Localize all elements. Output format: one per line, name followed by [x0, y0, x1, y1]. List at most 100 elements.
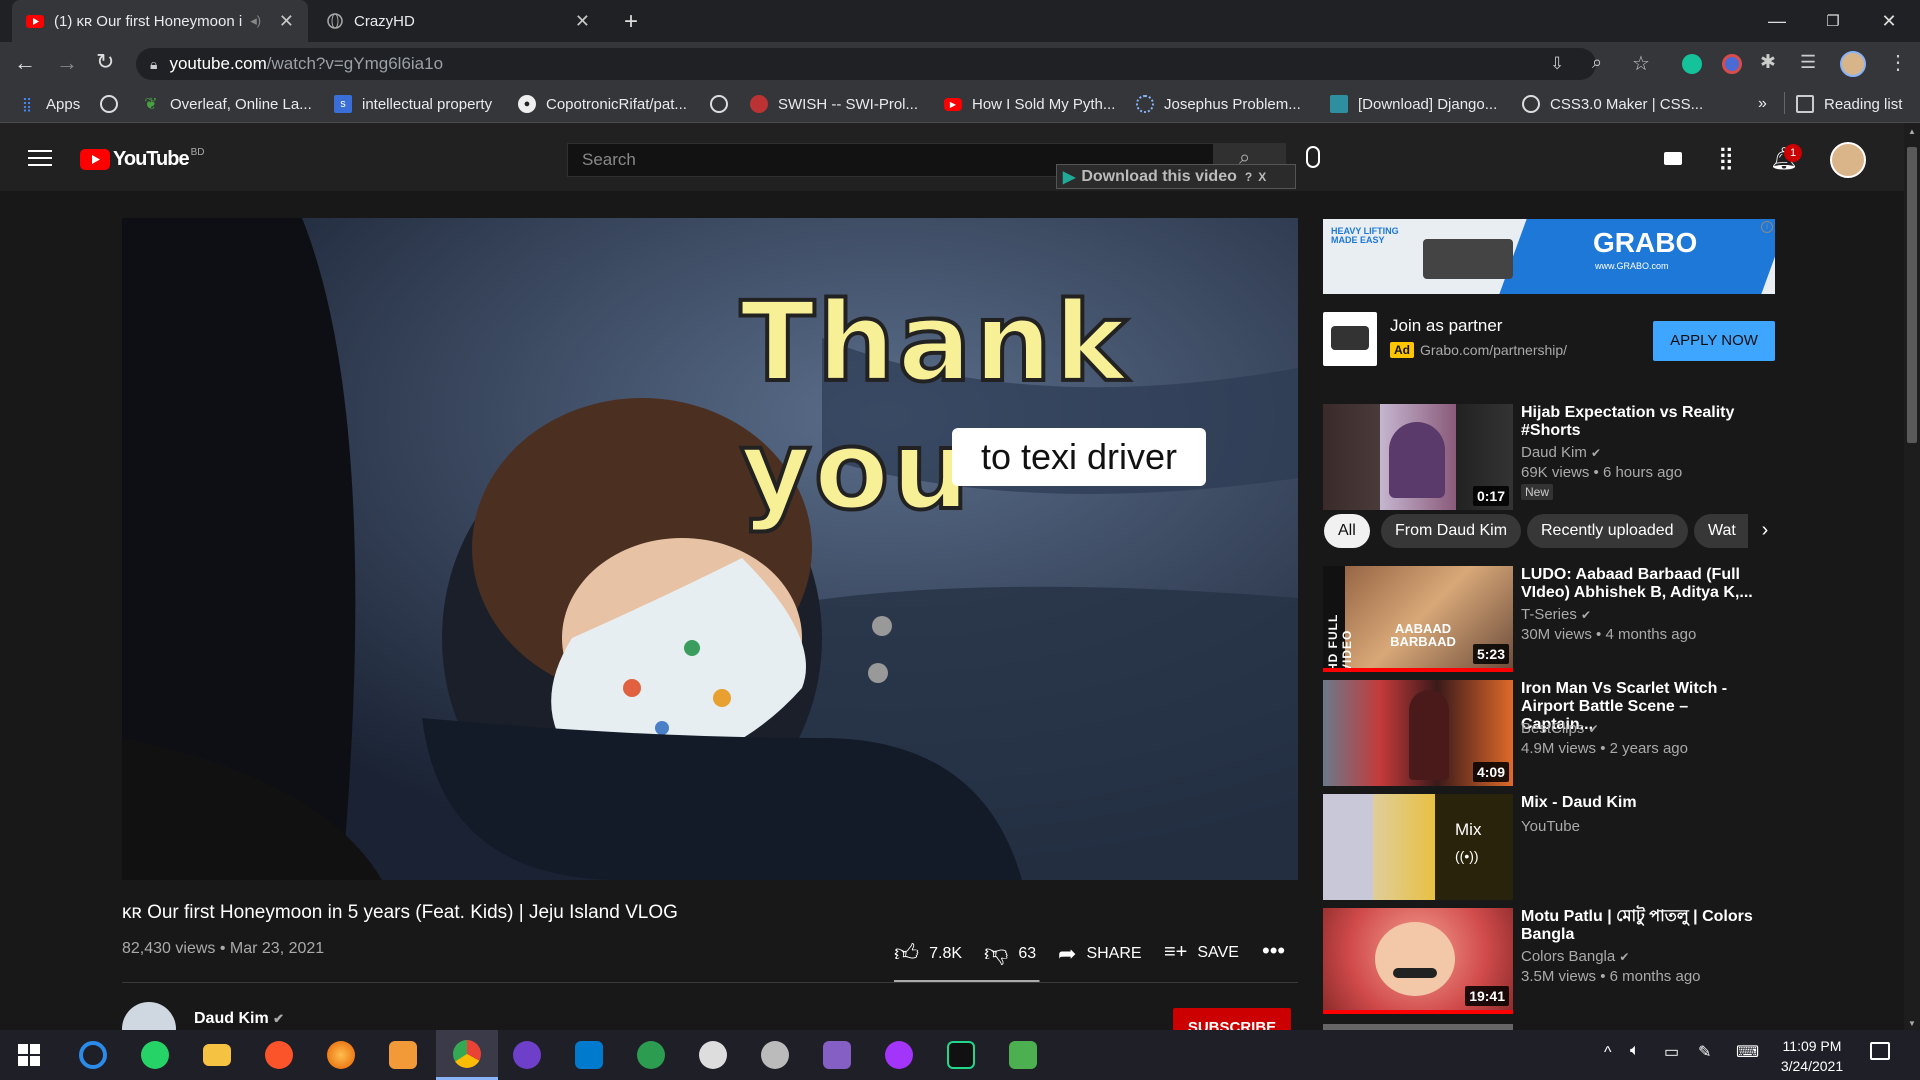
- reading-list[interactable]: Reading list: [1796, 86, 1902, 122]
- rec-meta: 69K views • 6 hours ago: [1521, 464, 1683, 481]
- zoom-icon[interactable]: ⌕: [1592, 52, 1602, 73]
- volume-icon[interactable]: 🔈︎: [1630, 1042, 1640, 1060]
- share-button[interactable]: ➦ SHARE: [1058, 941, 1142, 967]
- app-icon[interactable]: [684, 1030, 742, 1080]
- keyboard-icon[interactable]: ⌨: [1736, 1042, 1759, 1062]
- github-desktop-icon[interactable]: [498, 1030, 556, 1080]
- browser-menu-icon[interactable]: ⋮: [1888, 50, 1908, 75]
- vscode-icon[interactable]: [560, 1030, 618, 1080]
- channel-name[interactable]: Daud Kim ✔: [194, 1010, 284, 1028]
- whatsapp-icon[interactable]: [126, 1030, 184, 1080]
- edge-icon[interactable]: [64, 1030, 122, 1080]
- recommendation-item[interactable]: Mix ((•)) Mix - Daud Kim YouTube: [1323, 794, 1775, 900]
- bookmark-django[interactable]: [Download] Django...: [1330, 86, 1497, 122]
- dislike-button[interactable]: 👎︎ 63: [984, 940, 1036, 968]
- like-button[interactable]: 👍︎ 7.8K: [894, 940, 962, 968]
- pycharm-icon[interactable]: [932, 1030, 990, 1080]
- recommendation-item[interactable]: 19:41 Motu Patlu | মোটু পাতলু | Colors B…: [1323, 908, 1775, 1014]
- tab-youtube[interactable]: (1) ᴋʀ Our first Honeymoon i ◂) ✕: [12, 0, 308, 42]
- extension-icon[interactable]: [1722, 54, 1742, 74]
- apply-now-button[interactable]: APPLY NOW: [1653, 321, 1775, 361]
- chip-recently-uploaded[interactable]: Recently uploaded: [1527, 514, 1688, 548]
- pen-icon[interactable]: ✎: [1698, 1042, 1711, 1062]
- bookmark-ip[interactable]: s intellectual property: [334, 86, 492, 122]
- tab-close-icon[interactable]: ✕: [575, 11, 590, 32]
- window-close-icon[interactable]: ✕: [1862, 0, 1916, 42]
- install-icon[interactable]: ⇩: [1550, 54, 1564, 74]
- ad-logo[interactable]: [1323, 312, 1377, 366]
- globe-icon: [326, 12, 344, 30]
- puzzle-extensions-icon[interactable]: ✱: [1760, 51, 1776, 74]
- chevron-right-icon[interactable]: ›: [1748, 514, 1782, 548]
- bookmark-swish[interactable]: SWISH -- SWI-Prol...: [750, 86, 918, 122]
- scroll-up-icon[interactable]: ▲: [1908, 127, 1916, 136]
- app-icon[interactable]: [622, 1030, 680, 1080]
- recommendation-item[interactable]: HD FULL VIDEO AABAAD BARBAAD 5:23 LUDO: …: [1323, 566, 1775, 672]
- media-control-icon[interactable]: ☰: [1800, 52, 1816, 73]
- notification-center-icon[interactable]: [1870, 1042, 1890, 1060]
- reload-icon[interactable]: ↻: [96, 49, 114, 75]
- network-icon[interactable]: ▭: [1664, 1042, 1679, 1062]
- app-icon[interactable]: [994, 1030, 1052, 1080]
- bookmark-github[interactable]: ● CopotronicRifat/pat...: [518, 86, 687, 122]
- bookmark-apps[interactable]: ⣿ Apps: [18, 86, 80, 122]
- bookmark-globe[interactable]: [100, 86, 128, 122]
- new-tab-icon[interactable]: +: [624, 8, 638, 36]
- user-avatar[interactable]: [1830, 142, 1866, 178]
- ad-title[interactable]: Join as partner: [1390, 316, 1502, 336]
- logo-text: YouTube: [113, 148, 190, 170]
- system-clock[interactable]: 11:09 PM 3/24/2021: [1770, 1036, 1854, 1076]
- help-icon[interactable]: ?: [1245, 170, 1252, 184]
- create-video-icon[interactable]: [1664, 152, 1682, 165]
- save-button[interactable]: ≡+ SAVE: [1164, 941, 1239, 964]
- rec-channel: T-Series ✔: [1521, 606, 1591, 623]
- scrollbar-thumb[interactable]: [1907, 147, 1917, 443]
- more-bookmarks-icon[interactable]: »: [1758, 86, 1767, 122]
- ad-banner-image[interactable]: HEAVY LIFTING MADE EASY GRABO www.GRABO.…: [1323, 219, 1775, 294]
- tab-crazyhd[interactable]: CrazyHD ✕: [312, 0, 604, 42]
- restore-icon[interactable]: ❐: [1806, 0, 1860, 42]
- recommendation-item[interactable]: 0:17 Hijab Expectation vs Reality #Short…: [1323, 404, 1775, 510]
- minimize-icon[interactable]: —: [1750, 0, 1804, 42]
- profile-avatar-icon[interactable]: [1840, 51, 1866, 77]
- bookmark-youtube[interactable]: ▶ How I Sold My Pyth...: [944, 86, 1115, 122]
- chip-from-daud-kim[interactable]: From Daud Kim: [1381, 514, 1522, 548]
- apps-grid-icon: ⣿: [21, 95, 33, 112]
- back-icon[interactable]: ←: [14, 50, 36, 76]
- download-video-banner[interactable]: ▶ Download this video ? X: [1056, 164, 1296, 189]
- rec-channel: BestClips ✔: [1521, 720, 1599, 737]
- bookmark-globe-2[interactable]: [710, 86, 738, 122]
- more-actions-icon[interactable]: •••: [1262, 938, 1285, 964]
- visual-studio-icon[interactable]: [808, 1030, 866, 1080]
- windows-start-icon[interactable]: [0, 1030, 58, 1080]
- grammarly-extension-icon[interactable]: [1682, 54, 1702, 74]
- app-icon[interactable]: [374, 1030, 432, 1080]
- bookmark-css[interactable]: CSS3.0 Maker | CSS...: [1522, 86, 1703, 122]
- tray-overflow-icon[interactable]: ^: [1604, 1044, 1612, 1062]
- firefox-icon[interactable]: [312, 1030, 370, 1080]
- chip-all[interactable]: All: [1324, 514, 1370, 548]
- address-bar[interactable]: 🔒︎ youtube.com/watch?v=gYmg6l6ia1o: [136, 48, 1596, 80]
- apps-grid-icon[interactable]: ⣿: [1718, 145, 1734, 171]
- bookmark-label: CopotronicRifat/pat...: [546, 95, 687, 113]
- ad-info-icon[interactable]: i: [1761, 221, 1773, 233]
- close-icon[interactable]: X: [1258, 170, 1266, 184]
- chrome-icon[interactable]: [436, 1030, 498, 1080]
- youtube-logo[interactable]: YouTube BD: [80, 147, 204, 171]
- bookmark-overleaf[interactable]: ❦ Overleaf, Online La...: [142, 86, 311, 122]
- brave-icon[interactable]: [250, 1030, 308, 1080]
- forward-icon[interactable]: →: [56, 50, 78, 76]
- bookmark-josephus[interactable]: Josephus Problem...: [1136, 86, 1301, 122]
- video-player[interactable]: Thank you to texi driver: [122, 218, 1298, 880]
- recommendation-item[interactable]: 4:09 Iron Man Vs Scarlet Witch - Airport…: [1323, 680, 1775, 786]
- app-icon[interactable]: [746, 1030, 804, 1080]
- bookmark-star-icon[interactable]: ☆: [1632, 51, 1650, 76]
- messenger-icon[interactable]: [870, 1030, 928, 1080]
- chip-watched[interactable]: Wat: [1694, 514, 1756, 548]
- scroll-down-icon[interactable]: ▼: [1908, 1019, 1916, 1028]
- tab-close-icon[interactable]: ✕: [279, 11, 294, 32]
- microphone-icon[interactable]: [1306, 146, 1320, 168]
- hamburger-menu-icon[interactable]: [28, 150, 52, 166]
- file-explorer-icon[interactable]: [188, 1030, 246, 1080]
- page-scrollbar[interactable]: ▲ ▼: [1904, 123, 1920, 1030]
